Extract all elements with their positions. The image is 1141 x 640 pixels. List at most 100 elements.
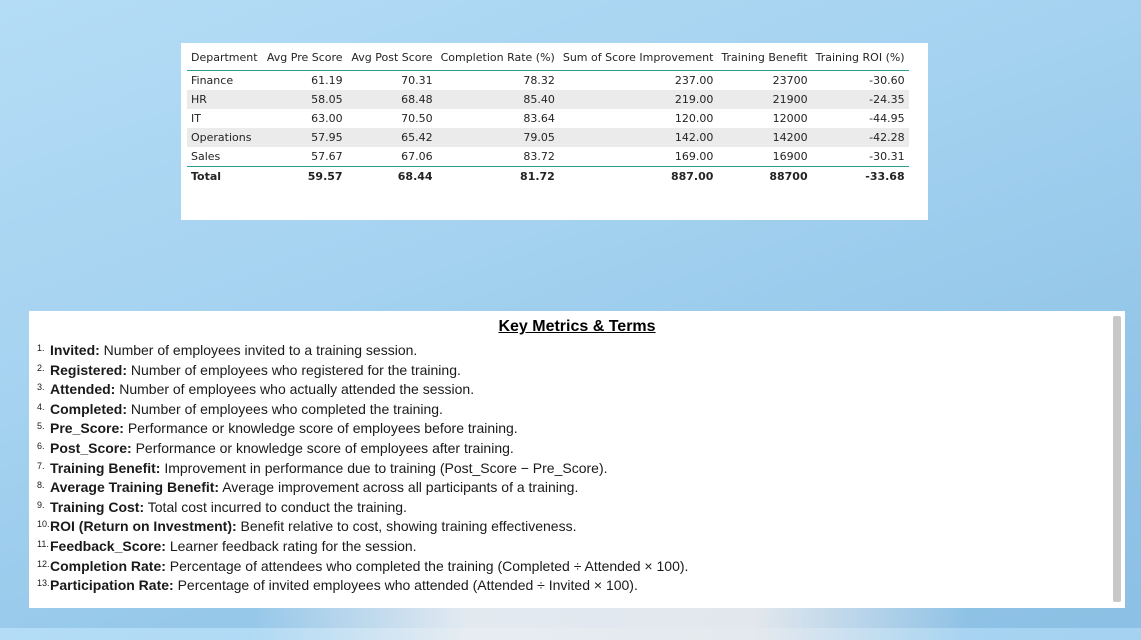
cell-total-completion-rate: 81.72 [436,166,559,186]
table-row[interactable]: HR 58.05 68.48 85.40 219.00 21900 -24.35 [187,90,909,109]
cell-total-training-benefit: 88700 [717,166,812,186]
term-label: Training Benefit: [50,459,161,476]
list-item: 7. Training Benefit: Improvement in perfo… [37,459,688,479]
term-description: Percentage of invited employees who atte… [173,577,638,594]
cell-avg-post-score: 70.31 [401,74,433,87]
cell-avg-pre-score: 57.67 [311,150,343,163]
term-label: Registered: [50,361,128,378]
term-description: Number of employees who registered for t… [127,361,461,378]
item-number: 13. [37,578,50,589]
term-label: Completion Rate: [50,557,166,574]
list-item: 1. Invited: Number of employees invited t… [37,341,688,361]
cell-score-improvement: 120.00 [674,112,714,125]
cell-score-improvement: 237.00 [674,74,714,87]
item-number: 5. [37,421,45,432]
item-number: 12. [37,558,50,569]
cell-training-benefit: 16900 [772,150,808,163]
table-row[interactable]: IT 63.00 70.50 83.64 120.00 12000 -44.95 [187,109,909,128]
list-item: 5. Pre_Score: Performance or knowledge sc… [37,419,688,439]
department-summary-table-visual: Department Avg Pre Score Avg Post Score … [181,43,928,220]
term-description: Total cost incurred to conduct the train… [144,498,407,515]
col-header-training-roi[interactable]: Training ROI (%) [811,47,909,71]
cell-training-benefit: 12000 [772,112,808,125]
cell-training-roi: -30.31 [869,150,905,163]
cell-training-benefit: 14200 [717,128,812,147]
term-label: Average Training Benefit: [50,479,220,496]
item-number: 6. [37,440,45,451]
cell-training-roi: -42.28 [811,128,909,147]
cell-department: Operations [187,128,262,147]
list-item: 9. Training Cost: Total cost incurred to … [37,498,688,518]
col-header-avg-pre-score[interactable]: Avg Pre Score [261,47,347,71]
term-label: ROI (Return on Investment): [50,518,237,535]
cell-training-roi: -24.35 [811,90,909,109]
table-header-row: Department Avg Pre Score Avg Post Score … [187,47,909,71]
key-metrics-title: Key Metrics & Terms [498,318,656,335]
list-item: 13.Participation Rate: Percentage of inv… [37,576,688,596]
term-description: Percentage of attendees who completed th… [165,557,689,574]
cell-score-improvement: 219.00 [558,90,718,109]
term-label: Completed: [50,400,127,417]
cell-avg-post-score: 65.42 [346,128,437,147]
cell-completion-rate: 83.72 [523,150,555,163]
cell-avg-pre-score: 61.19 [311,74,343,87]
term-label: Post_Score: [50,439,132,456]
cell-total-training-roi: -33.68 [811,166,909,186]
term-label: Attended: [50,381,116,398]
cell-avg-post-score: 67.06 [401,150,433,163]
cell-training-benefit: 23700 [772,74,808,87]
cell-department: Sales [191,150,221,163]
col-header-avg-post-score[interactable]: Avg Post Score [346,47,437,71]
table-total-row: Total 59.57 68.44 81.72 887.00 88700 -33… [187,166,909,186]
cell-department: HR [187,90,262,109]
term-description: Performance or knowledge score of employ… [123,420,518,437]
key-metrics-textbox: Key Metrics & Terms 1. Invited: Number of… [29,311,1125,608]
cell-department: Finance [191,74,234,87]
item-number: 1. [37,343,45,353]
list-item: 6. Post_Score: Performance or knowledge s… [37,439,688,459]
cell-completion-rate: 83.64 [523,112,555,125]
term-description: Improvement in performance due to traini… [160,459,608,476]
key-metrics-list: 1. Invited: Number of employees invited t… [37,341,688,596]
col-header-completion-rate[interactable]: Completion Rate (%) [436,47,559,71]
cell-avg-post-score: 70.50 [401,112,433,125]
col-header-department[interactable]: Department [187,47,262,71]
item-number: 2. [37,362,45,373]
term-description: Number of employees invited to a trainin… [99,342,418,358]
cell-completion-rate: 79.05 [436,128,559,147]
term-label: Feedback_Score: [50,537,166,554]
term-label: Invited: [50,342,100,358]
list-item: 12.Completion Rate: Percentage of attend… [37,557,688,577]
cell-department: IT [191,112,201,125]
term-description: Learner feedback rating for the session. [165,537,417,554]
term-description: Performance or knowledge score of employ… [131,439,514,456]
item-number: 10. [37,519,50,530]
cell-avg-pre-score: 58.05 [261,90,347,109]
col-header-score-improvement[interactable]: Sum of Score Improvement [558,47,718,71]
term-description: Average improvement across all participa… [219,479,579,496]
list-item: 3. Attended: Number of employees who actu… [37,380,688,400]
cell-total-label: Total [187,166,262,186]
cell-score-improvement: 142.00 [558,128,718,147]
list-item: 2. Registered: Number of employees who re… [37,361,688,381]
term-description: Number of employees who actually attende… [115,381,475,398]
item-number: 8. [37,480,45,491]
term-label: Pre_Score: [50,420,124,437]
table-row[interactable]: Sales 57.67 67.06 83.72 169.00 16900 -30… [187,147,909,167]
col-header-training-benefit[interactable]: Training Benefit [717,47,812,71]
term-description: Benefit relative to cost, showing traini… [236,518,577,535]
cell-total-avg-pre-score: 59.57 [261,166,347,186]
table-row[interactable]: Operations 57.95 65.42 79.05 142.00 1420… [187,128,909,147]
list-item: 11.Feedback_Score: Learner feedback rati… [37,537,688,557]
cell-completion-rate: 85.40 [436,90,559,109]
item-number: 11. [37,538,49,549]
item-number: 9. [37,499,45,510]
table-row[interactable]: Finance 61.19 70.31 78.32 237.00 23700 -… [187,71,909,91]
vertical-scrollbar[interactable] [1113,316,1121,602]
term-label: Participation Rate: [50,577,174,594]
list-item: 4. Completed: Number of employees who com… [37,400,688,420]
cell-training-roi: -30.60 [869,74,905,87]
cell-completion-rate: 78.32 [523,74,555,87]
item-number: 7. [37,460,45,471]
department-summary-table: Department Avg Pre Score Avg Post Score … [187,47,909,186]
